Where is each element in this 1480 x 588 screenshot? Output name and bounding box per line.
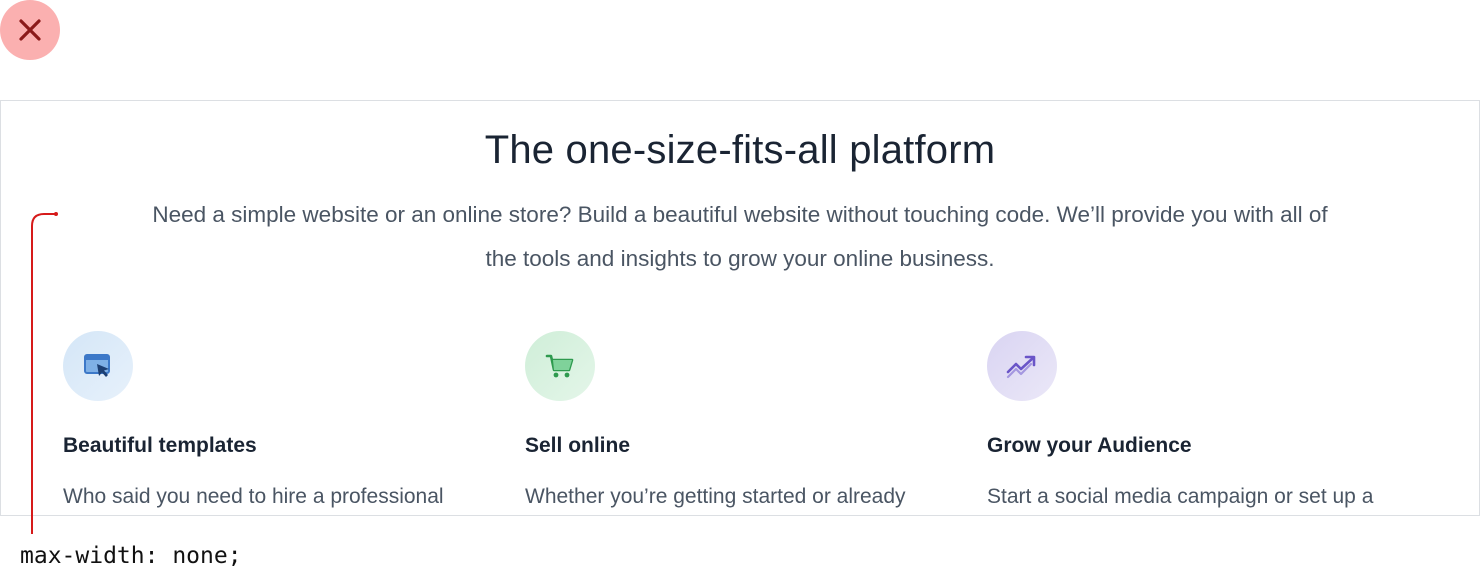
shopping-cart-icon xyxy=(525,331,595,401)
browser-cursor-icon xyxy=(63,331,133,401)
feature-description: Whether you’re getting started or alread… xyxy=(525,485,906,508)
close-button[interactable] xyxy=(0,0,60,60)
preview-frame: The one-size-fits-all platform Need a si… xyxy=(0,100,1480,516)
feature-grow-audience: Grow your Audience Start a social media … xyxy=(987,331,1427,511)
feature-title: Sell online xyxy=(525,434,631,457)
feature-title: Beautiful templates xyxy=(63,434,257,457)
feature-description: Start a social media campaign or set up … xyxy=(987,485,1374,508)
feature-description: Who said you need to hire a professional xyxy=(63,485,444,508)
css-annotation: max-width: none; xyxy=(20,543,242,569)
page-title: The one-size-fits-all platform xyxy=(484,128,996,172)
trending-up-icon xyxy=(987,331,1057,401)
intro-line-2: the tools and insights to grow your onli… xyxy=(485,246,995,271)
feature-sell-online: Sell online Whether you’re getting start… xyxy=(525,331,965,511)
intro-line-1: Need a simple website or an online store… xyxy=(152,202,1328,227)
intro-paragraph: Need a simple website or an online store… xyxy=(63,193,1417,281)
close-icon xyxy=(19,19,41,41)
callout-pointer xyxy=(31,212,58,534)
feature-title: Grow your Audience xyxy=(987,434,1192,457)
feature-beautiful-templates: Beautiful templates Who said you need to… xyxy=(63,331,503,511)
